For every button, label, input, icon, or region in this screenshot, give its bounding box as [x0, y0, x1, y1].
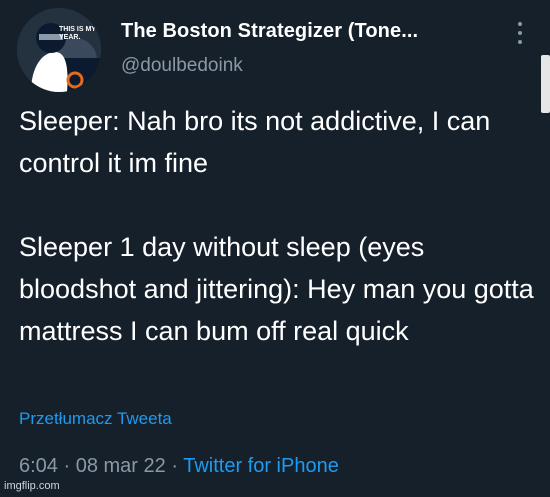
- avatar[interactable]: THIS IS MY YEAR.: [17, 8, 101, 92]
- more-dot: [518, 31, 522, 35]
- tweet-metadata: 6:04 · 08 mar 22 · Twitter for iPhone: [19, 455, 339, 478]
- tweet-date[interactable]: 08 mar 22: [76, 455, 166, 477]
- tweet-source-link[interactable]: Twitter for iPhone: [183, 455, 339, 477]
- more-dot: [518, 22, 522, 26]
- translate-tweet-link[interactable]: Przetłumacz Tweeta: [19, 409, 172, 429]
- author-display-name[interactable]: The Boston Strategizer (Tone...: [121, 20, 418, 43]
- avatar-image: [17, 8, 101, 92]
- avatar-caption: THIS IS MY YEAR.: [59, 26, 96, 41]
- watermark: imgflip.com: [4, 480, 60, 492]
- tweet-text: Sleeper: Nah bro its not addictive, I ca…: [19, 106, 534, 346]
- more-dot: [518, 40, 522, 44]
- more-options-icon[interactable]: [510, 18, 530, 48]
- meta-separator: ·: [57, 455, 76, 477]
- author-handle[interactable]: @doulbedoink: [121, 55, 243, 77]
- meta-separator: ·: [165, 455, 184, 477]
- tweet-card: THIS IS MY YEAR. The Boston Strategizer …: [0, 0, 550, 497]
- tweet-time[interactable]: 6:04: [19, 455, 58, 477]
- scrollbar[interactable]: [541, 55, 550, 113]
